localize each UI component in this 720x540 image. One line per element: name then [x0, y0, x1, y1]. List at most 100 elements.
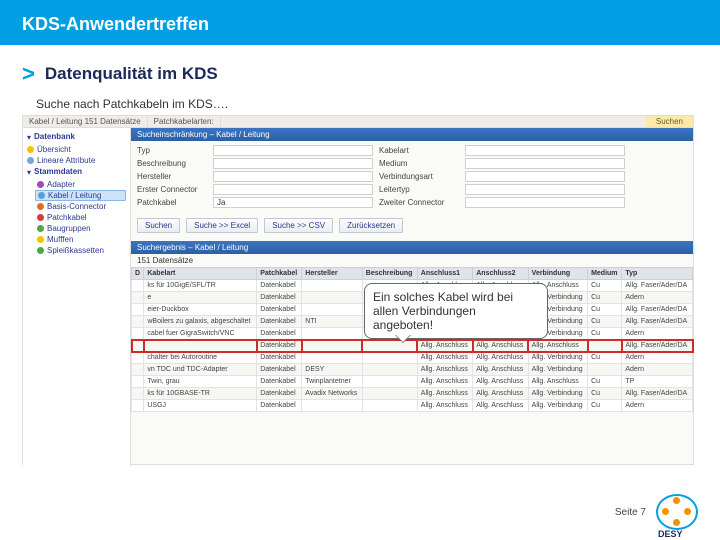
table-cell — [132, 388, 144, 400]
sidebar-item-label: Spleißkassetten — [47, 246, 104, 255]
table-row[interactable]: chalter bei AutoroutineDatenkabelAllg. A… — [132, 352, 693, 364]
table-cell: Datenkabel — [257, 352, 302, 364]
sidebar-item-label: Lineare Attribute — [37, 156, 95, 165]
leitertyp-field[interactable] — [465, 184, 625, 195]
table-cell — [302, 400, 362, 412]
beschreibung-field[interactable] — [213, 158, 373, 169]
table-cell: TP — [622, 376, 693, 388]
table-cell: Allg. Verbindung — [528, 352, 587, 364]
table-cell: Datenkabel — [257, 388, 302, 400]
table-row[interactable]: USGJDatenkabelAllg. AnschlussAllg. Ansch… — [132, 400, 693, 412]
medium-field[interactable] — [465, 158, 625, 169]
table-cell — [302, 352, 362, 364]
sidebar-tree-toggle[interactable]: ▾Stammdaten — [27, 166, 126, 179]
sidebar-item-muffen[interactable]: Mufffen — [27, 234, 126, 245]
table-row[interactable]: ks für 10GBASE-TRDatenkabelAvadix Networ… — [132, 388, 693, 400]
sidebar-head: Datenbank — [34, 132, 75, 141]
sidebar-item-spleiss[interactable]: Spleißkassetten — [27, 245, 126, 256]
table-row[interactable]: vn TDC und TDC-AdapterDatenkabelDESYAllg… — [132, 364, 693, 376]
table-cell: Allg. Anschluss — [417, 388, 472, 400]
table-header[interactable]: Hersteller — [302, 268, 362, 280]
table-cell — [362, 388, 417, 400]
table-cell: Cu — [588, 316, 622, 328]
table-cell: Allg. Faser/Ader/DA — [622, 388, 693, 400]
search-panel-title: Sucheinschränkung – Kabel / Leitung — [131, 128, 693, 141]
table-cell: Datenkabel — [257, 304, 302, 316]
sidebar-tree-toggle[interactable]: ▾Datenbank — [27, 131, 126, 144]
app-tab[interactable]: Patchkabelarten: — [148, 116, 221, 127]
table-cell: Allg. Anschluss — [417, 364, 472, 376]
subtitle-row: > Datenqualität im KDS — [0, 45, 720, 93]
table-row[interactable]: DatenkabelAllg. AnschlussAllg. Anschluss… — [132, 340, 693, 352]
table-row[interactable]: Twin, grauDatenkabelTwinplantetnerAllg. … — [132, 376, 693, 388]
suchen-button[interactable]: Suchen — [137, 218, 180, 233]
typ-field[interactable] — [213, 145, 373, 156]
table-header[interactable]: Anschluss2 — [473, 268, 528, 280]
table-cell — [132, 292, 144, 304]
table-cell — [588, 340, 622, 352]
table-header[interactable]: Typ — [622, 268, 693, 280]
kabelart-field[interactable] — [465, 145, 625, 156]
csv-button[interactable]: Suche >> CSV — [264, 218, 333, 233]
table-cell: Twinplantetner — [302, 376, 362, 388]
table-header[interactable]: Medium — [588, 268, 622, 280]
zweiter-field[interactable] — [465, 197, 625, 208]
table-cell: Allg. Faser/Ader/DA — [622, 340, 693, 352]
sidebar-item-adapter[interactable]: Adapter — [27, 179, 126, 190]
table-cell: Allg. Anschluss — [417, 400, 472, 412]
patchkabel-field[interactable]: Ja — [213, 197, 373, 208]
table-cell: Allg. Anschluss — [473, 388, 528, 400]
circle-icon — [27, 157, 34, 164]
table-cell: Avadix Networks — [302, 388, 362, 400]
circle-icon — [37, 225, 44, 232]
footer: Seite 7 DESY — [615, 494, 698, 530]
table-cell: cabel fuer GigraSwitch/VNC — [144, 328, 257, 340]
search-tab[interactable]: Suchen — [646, 116, 693, 127]
table-cell: Allg. Anschluss — [473, 364, 528, 376]
slide-subtitle: Datenqualität im KDS — [45, 64, 218, 84]
table-cell — [302, 280, 362, 292]
table-cell: Cu — [588, 400, 622, 412]
sidebar-item-label: Baugruppen — [47, 224, 91, 233]
table-cell: Datenkabel — [257, 316, 302, 328]
desy-logo: DESY — [656, 494, 698, 530]
sidebar-item-baugruppen[interactable]: Baugruppen — [27, 223, 126, 234]
table-header[interactable]: Patchkabel — [257, 268, 302, 280]
table-cell — [302, 304, 362, 316]
erster-field[interactable] — [213, 184, 373, 195]
table-header[interactable]: Anschluss1 — [417, 268, 472, 280]
table-cell — [132, 316, 144, 328]
table-cell: Adern — [622, 352, 693, 364]
label-kabelart: Kabelart — [379, 146, 459, 155]
table-cell: Twin, grau — [144, 376, 257, 388]
table-header[interactable]: D — [132, 268, 144, 280]
table-cell: Adern — [622, 292, 693, 304]
sidebar-item-label: Übersicht — [37, 145, 71, 154]
hersteller-field[interactable] — [213, 171, 373, 182]
table-cell: Datenkabel — [257, 364, 302, 376]
slide-title: KDS-Anwendertreffen — [0, 0, 720, 45]
verbindungsart-field[interactable] — [465, 171, 625, 182]
sidebar-item-linear[interactable]: Lineare Attribute — [27, 155, 126, 166]
label-beschreibung: Beschreibung — [137, 159, 207, 168]
excel-button[interactable]: Suche >> Excel — [186, 218, 258, 233]
sidebar-item-overview[interactable]: Übersicht — [27, 144, 126, 155]
sidebar-item-patchkabel[interactable]: Patchkabel — [27, 212, 126, 223]
sidebar-item-kabel[interactable]: Kabel / Leitung — [35, 190, 126, 201]
app-tab[interactable]: Kabel / Leitung 151 Datensätze — [23, 116, 148, 127]
circle-icon — [37, 181, 44, 188]
table-cell: Allg. Faser/Ader/DA — [622, 280, 693, 292]
table-header[interactable]: Kabelart — [144, 268, 257, 280]
search-form: Typ Kabelart Beschreibung Medium Herstel… — [131, 141, 693, 212]
table-cell — [144, 340, 257, 352]
table-cell: Allg. Anschluss — [473, 352, 528, 364]
table-cell: Datenkabel — [257, 400, 302, 412]
table-cell: wBoilers zu galaxis, abgeschaltet — [144, 316, 257, 328]
table-cell: e — [144, 292, 257, 304]
table-header[interactable]: Beschreibung — [362, 268, 417, 280]
label-zweiter: Zweiter Connector — [379, 198, 459, 207]
table-header[interactable]: Verbindung — [528, 268, 587, 280]
sidebar-item-connector[interactable]: Basis-Connector — [27, 201, 126, 212]
reset-button[interactable]: Zurücksetzen — [339, 218, 403, 233]
table-cell — [132, 364, 144, 376]
